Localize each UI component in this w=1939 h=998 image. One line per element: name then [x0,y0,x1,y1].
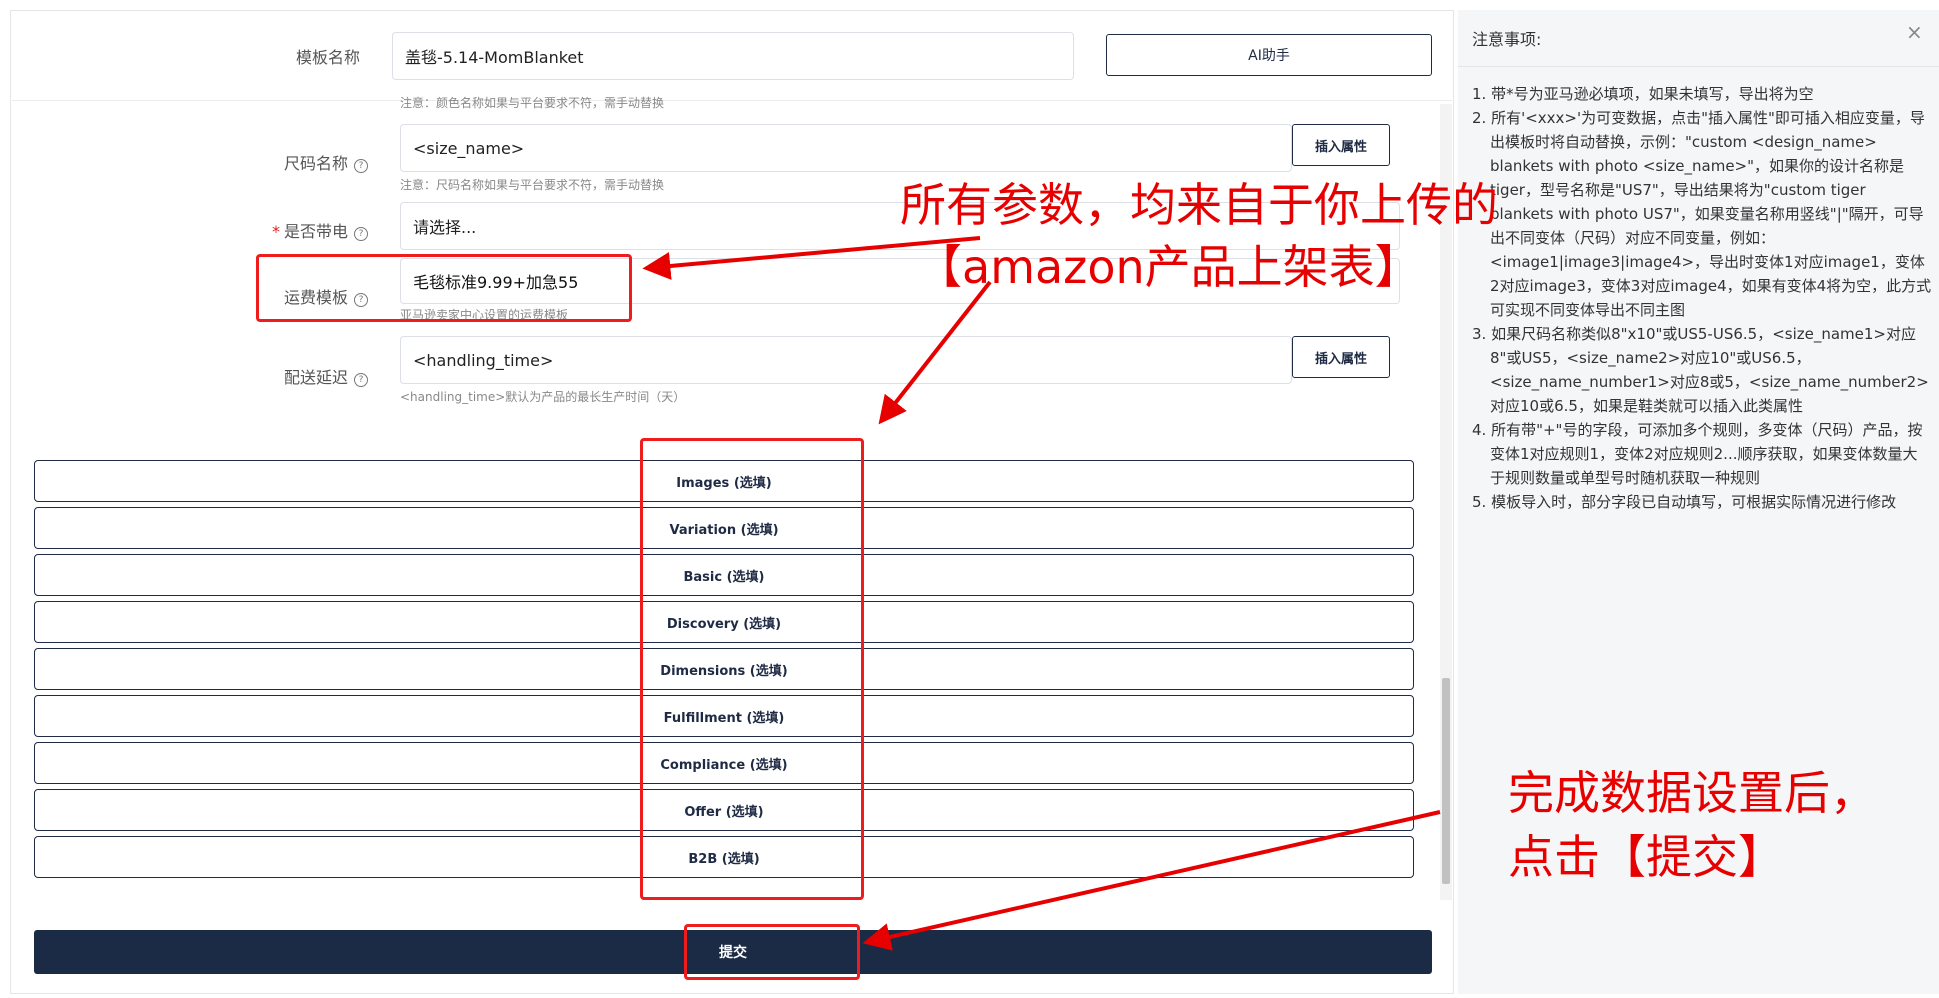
arrow-to-sections [878,280,992,425]
arrow-to-submit [862,810,1441,951]
annotation-submit-line2: 点击【提交】 [1508,830,1784,884]
annotation-params-line1: 所有参数，均来自于你上传的 [900,178,1498,232]
annotation-submit-line1: 完成数据设置后， [1508,766,1876,820]
annotation-params-line2: 【amazon产品上架表】 [916,240,1421,294]
